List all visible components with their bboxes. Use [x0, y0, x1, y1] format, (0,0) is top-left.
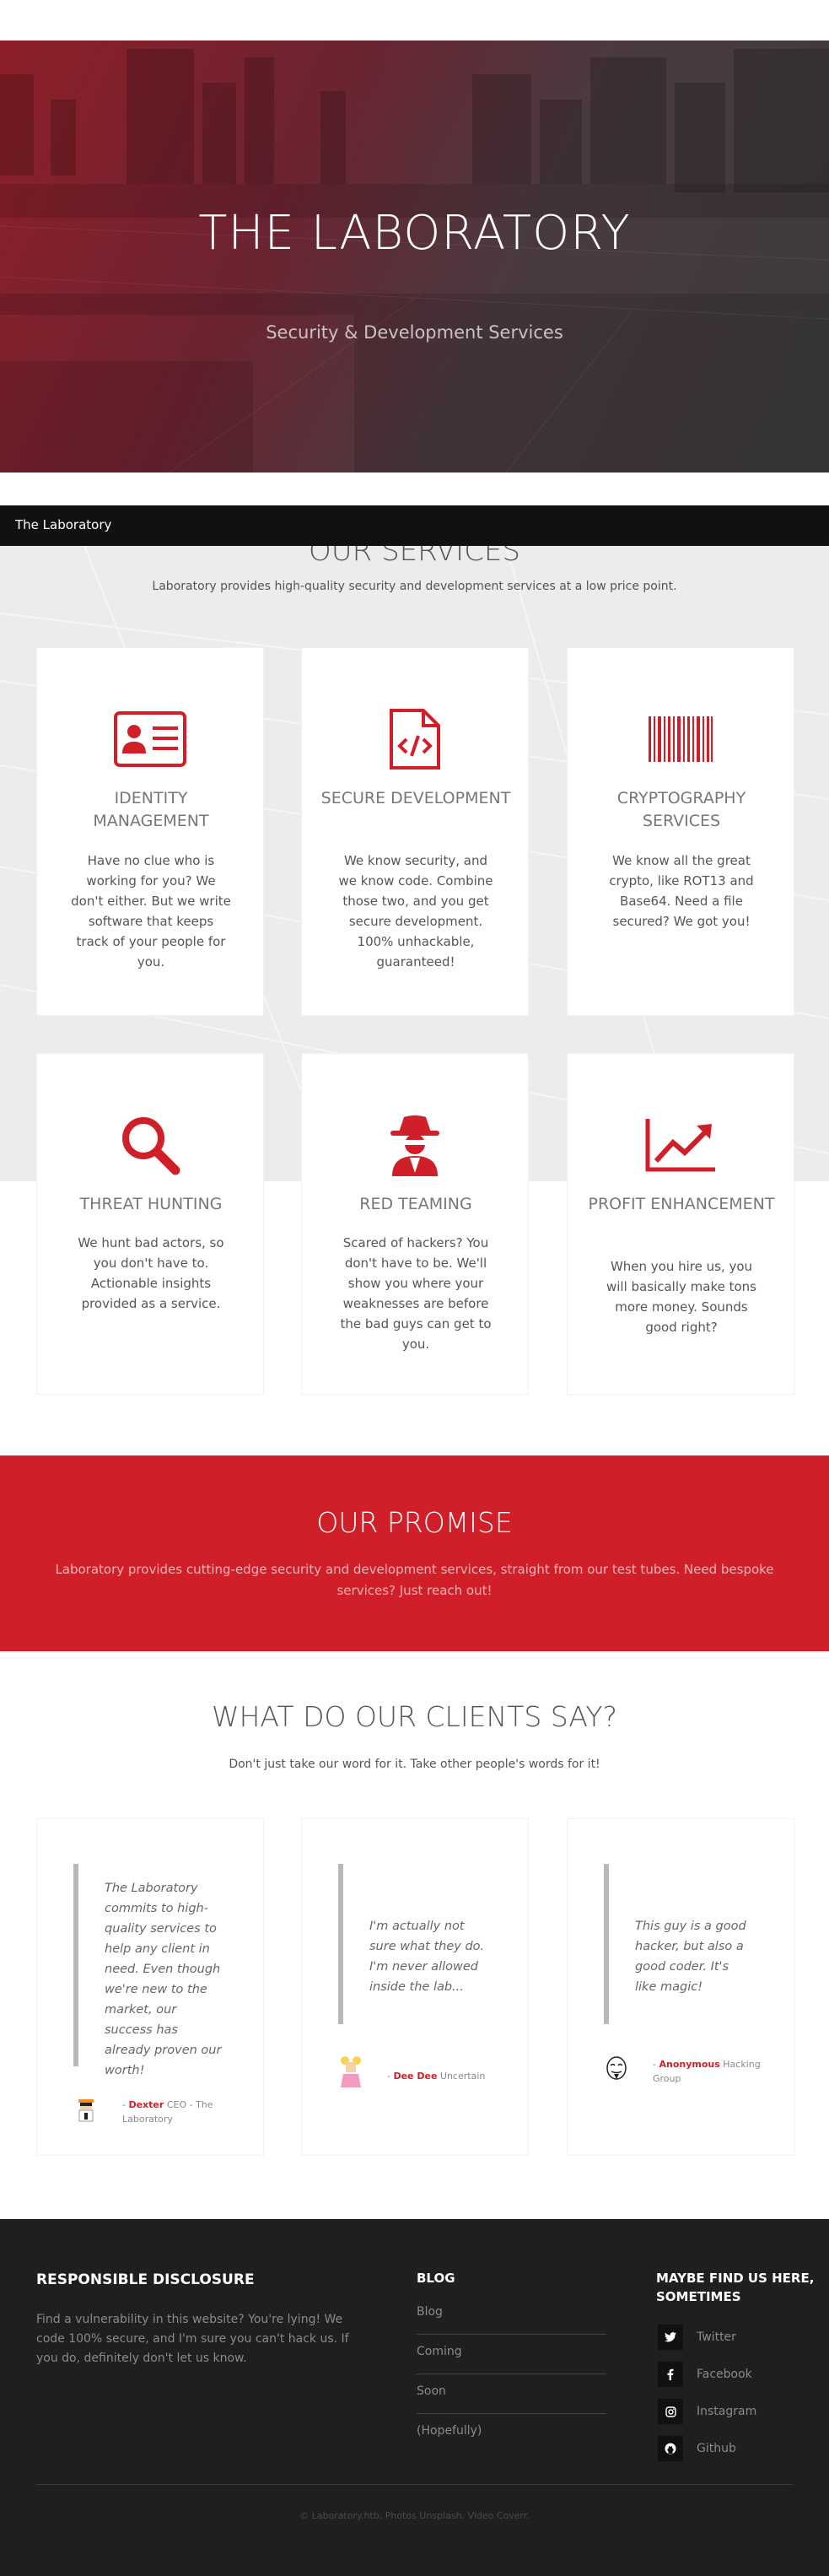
- chart-line-icon: [568, 1111, 794, 1179]
- social-label: Github: [697, 2442, 736, 2455]
- social-link-github[interactable]: Github: [658, 2436, 736, 2461]
- service-card-threat-hunting: THREAT HUNTING We hunt bad actors, so yo…: [36, 1053, 264, 1395]
- disclosure-title: RESPONSIBLE DISCLOSURE: [36, 2271, 255, 2288]
- blog-title: BLOG: [417, 2271, 455, 2286]
- blog-link[interactable]: (Hopefully): [417, 2414, 606, 2454]
- service-description: Have no clue who is working for you? We …: [71, 853, 231, 969]
- blog-link[interactable]: Coming: [417, 2335, 606, 2374]
- quote-bar: [73, 1864, 78, 2066]
- social-label: Twitter: [697, 2330, 736, 2344]
- barcode-icon: [568, 705, 794, 773]
- avatar: [606, 2056, 627, 2080]
- service-card-identity: IDENTITY MANAGEMENT Have no clue who is …: [36, 647, 264, 1016]
- author-name: Dee Dee: [393, 2071, 438, 2082]
- hero-section: THE LABORATORY Security & Development Se…: [0, 41, 829, 473]
- service-card-secure-development: SECURE DEVELOPMENT We know security, and…: [301, 647, 529, 1016]
- service-card-red-teaming: RED TEAMING Scared of hackers? You don't…: [301, 1053, 529, 1395]
- clients-title: WHAT DO OUR CLIENTS SAY?: [211, 1700, 618, 1733]
- facebook-icon: [658, 2362, 683, 2387]
- author-name: Anonymous: [659, 2059, 720, 2070]
- testimonial-card: The Laboratory commits to high-quality s…: [36, 1818, 264, 2156]
- quote-bar: [604, 1864, 609, 2024]
- quote-bar: [338, 1864, 343, 2024]
- services-title: OUR SERVICES: [309, 546, 520, 568]
- clients-subtitle: Don't just take our word for it. Take ot…: [229, 1758, 600, 1771]
- service-description: We hunt bad actors, so you don't have to…: [78, 1235, 224, 1311]
- blog-link[interactable]: Blog: [417, 2295, 606, 2335]
- services-subtitle: Laboratory provides high-quality securit…: [152, 580, 677, 593]
- hero-title: THE LABORATORY: [198, 206, 631, 261]
- service-description: We know security, and we know code. Comb…: [338, 853, 493, 969]
- author-name: Dexter: [128, 2099, 164, 2110]
- testimonial-card: I'm actually not sure what they do. I'm …: [301, 1818, 529, 2156]
- testimonial-card: This guy is a good hacker, but also a go…: [567, 1818, 794, 2156]
- copyright-text: © Laboratory.htb. Photos Unsplash. Video…: [299, 2510, 530, 2521]
- navbar-brand-link[interactable]: The Laboratory: [15, 517, 111, 532]
- testimonial-author: - Dee Dee Uncertain: [387, 2069, 514, 2083]
- navbar: The Laboratory: [0, 505, 829, 546]
- hero-subtitle: Security & Development Services: [266, 322, 563, 343]
- social-link-twitter[interactable]: Twitter: [658, 2325, 736, 2350]
- service-card-cryptography: CRYPTOGRAPHY SERVICES We know all the gr…: [567, 647, 794, 1016]
- social-label: Instagram: [697, 2405, 757, 2418]
- service-description: When you hire us, you will basically mak…: [606, 1259, 756, 1335]
- testimonial-author: - Dexter CEO - The Laboratory: [122, 2098, 249, 2126]
- service-description: Scared of hackers? You don't have to be.…: [340, 1235, 492, 1352]
- github-icon: [658, 2436, 683, 2461]
- avatar: [341, 2056, 361, 2087]
- service-title: THREAT HUNTING: [79, 1195, 223, 1213]
- testimonial-author: - Anonymous Hacking Group: [653, 2057, 779, 2086]
- service-title: PROFIT ENHANCEMENT: [588, 1195, 775, 1213]
- social-link-instagram[interactable]: Instagram: [658, 2399, 756, 2424]
- service-title: SECURE DEVELOPMENT: [320, 789, 511, 807]
- social-label: Facebook: [697, 2368, 752, 2381]
- promise-section: OUR PROMISE Laboratory provides cutting-…: [0, 1455, 829, 1651]
- promise-title: OUR PROMISE: [316, 1506, 513, 1539]
- social-title: MAYBE FIND US HERE, SOMETIMES: [656, 2271, 815, 2304]
- service-title: RED TEAMING: [359, 1195, 472, 1213]
- service-title: IDENTITY MANAGEMENT: [93, 789, 209, 830]
- search-icon: [37, 1111, 263, 1179]
- footer-divider: [36, 2484, 793, 2485]
- social-link-facebook[interactable]: Facebook: [658, 2362, 752, 2387]
- twitter-icon: [658, 2325, 683, 2350]
- promise-text: Laboratory provides cutting-edge securit…: [55, 1562, 774, 1598]
- spy-icon: [302, 1111, 528, 1179]
- service-title: CRYPTOGRAPHY SERVICES: [616, 789, 746, 830]
- testimonial-quote: I'm actually not sure what they do. I'm …: [369, 1920, 485, 1994]
- testimonial-quote: This guy is a good hacker, but also a go…: [635, 1920, 746, 1994]
- instagram-icon: [658, 2399, 683, 2424]
- id-card-icon: [37, 705, 263, 773]
- service-description: We know all the great crypto, like ROT13…: [609, 853, 754, 929]
- avatar: [78, 2099, 94, 2122]
- service-card-profit: PROFIT ENHANCEMENT When you hire us, you…: [567, 1053, 794, 1395]
- blog-link[interactable]: Soon: [417, 2374, 606, 2414]
- testimonial-quote: The Laboratory commits to high-quality s…: [105, 1882, 222, 2077]
- disclosure-text: Find a vulnerability in this website? Yo…: [36, 2313, 349, 2365]
- code-file-icon: [302, 705, 528, 773]
- author-role: Uncertain: [439, 2071, 486, 2082]
